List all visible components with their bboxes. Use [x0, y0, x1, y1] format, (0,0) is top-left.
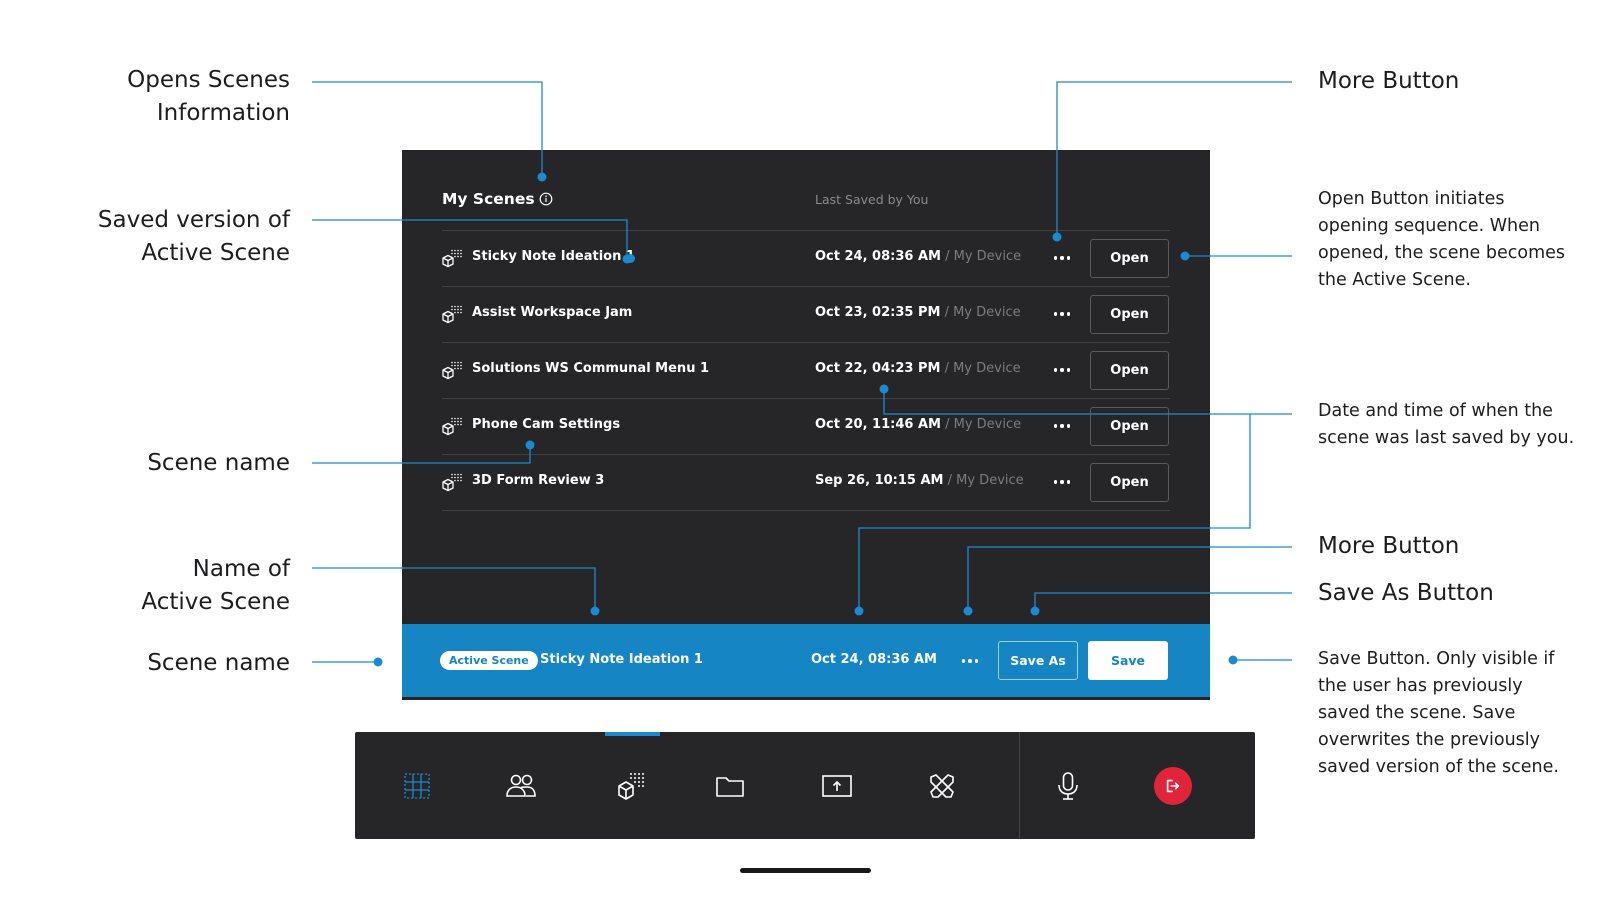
- panel-title: My Scenes: [442, 190, 535, 208]
- device-label: / My Device: [940, 249, 1022, 264]
- open-button[interactable]: Open: [1090, 463, 1169, 502]
- scene-row: Assist Workspace Jam Oct 23, 02:35 PM / …: [442, 287, 1170, 342]
- scene-cube-icon: [442, 472, 462, 492]
- annotation-save-button-description: Save Button. Only visible if the user ha…: [1318, 649, 1559, 777]
- scene-row: Phone Cam Settings Oct 20, 11:46 AM / My…: [442, 399, 1170, 454]
- annotation-more-button-top: More Button: [1318, 68, 1460, 94]
- active-more-button[interactable]: [955, 646, 985, 676]
- device-label: / My Device: [940, 305, 1021, 320]
- exit-tool-button[interactable]: [1138, 732, 1208, 839]
- scene-row: Sticky Note Ideation 1 Oct 24, 08:36 AM …: [442, 231, 1170, 286]
- open-button[interactable]: Open: [1090, 407, 1169, 446]
- share-screen-tool-button[interactable]: [802, 732, 872, 839]
- microphone-tool-button[interactable]: [1033, 732, 1103, 839]
- annotation-more-button-bottom: More Button: [1318, 533, 1460, 559]
- more-button[interactable]: [1047, 467, 1077, 497]
- last-saved-date: Oct 22, 04:23 PM / My Device: [815, 361, 1021, 376]
- folder-icon: [716, 776, 744, 797]
- annotation-date-time-description: Date and time of when the scene was last…: [1318, 401, 1575, 448]
- folder-tool-button[interactable]: [695, 732, 765, 839]
- scene-name: Solutions WS Communal Menu 1: [472, 361, 710, 376]
- device-label: / My Device: [940, 361, 1021, 376]
- people-tool-button[interactable]: [486, 732, 556, 839]
- active-scene-date: Oct 24, 08:36 AM: [811, 652, 937, 667]
- row-divider: [442, 510, 1170, 511]
- more-button[interactable]: [1047, 355, 1077, 385]
- more-button[interactable]: [1047, 299, 1077, 329]
- scenes-tool-button[interactable]: [597, 732, 667, 839]
- scene-name: Sticky Note Ideation 1: [472, 249, 635, 264]
- active-scene-badge: Active Scene: [440, 651, 538, 670]
- device-label: / My Device: [943, 473, 1024, 488]
- share-screen-icon: [822, 774, 852, 797]
- scene-cube-icon: [442, 360, 462, 380]
- active-scene-name: Sticky Note Ideation 1: [540, 652, 703, 667]
- annotation-scene-name-row: Scene name: [147, 450, 290, 476]
- annotation-open-button-description: Open Button initiates opening sequence. …: [1318, 189, 1566, 290]
- scene-cube-icon: [442, 416, 462, 436]
- more-button[interactable]: [1047, 411, 1077, 441]
- last-saved-date: Oct 23, 02:35 PM / My Device: [815, 305, 1021, 320]
- annotation-save-as-button: Save As Button: [1318, 580, 1494, 606]
- scene-row: Solutions WS Communal Menu 1 Oct 22, 04:…: [442, 343, 1170, 398]
- open-button[interactable]: Open: [1090, 239, 1169, 278]
- active-scene-bar: Active Scene Sticky Note Ideation 1 Oct …: [402, 624, 1210, 697]
- bottom-toolbar: [355, 732, 1255, 839]
- panel-header: My Scenes Last Saved by You: [442, 190, 1170, 232]
- grid-tool-button[interactable]: [382, 732, 452, 839]
- device-label: / My Device: [940, 417, 1022, 432]
- toolbar-divider: [1019, 732, 1020, 839]
- scene-row: 3D Form Review 3 Sep 26, 10:15 AM / My D…: [442, 455, 1170, 510]
- save-button[interactable]: Save: [1088, 641, 1168, 680]
- home-indicator: [740, 868, 871, 873]
- annotation-scene-name-active: Scene name: [147, 650, 290, 676]
- active-scene-saved-version-dot: [626, 254, 635, 263]
- annotation-saved-version-of-active-scene: Saved version of Active Scene: [97, 207, 290, 266]
- open-button[interactable]: Open: [1090, 295, 1169, 334]
- open-button[interactable]: Open: [1090, 351, 1169, 390]
- last-saved-date: Sep 26, 10:15 AM / My Device: [815, 473, 1024, 488]
- my-scenes-panel: My Scenes Last Saved by You Sticky Note …: [402, 150, 1210, 700]
- grid-icon: [404, 772, 430, 799]
- scenes-icon: [618, 772, 644, 800]
- save-as-button[interactable]: Save As: [998, 641, 1078, 680]
- scene-cube-icon: [442, 304, 462, 324]
- exit-icon: [1166, 779, 1180, 792]
- exit-circle: [1154, 766, 1192, 805]
- tools-icon: [930, 773, 954, 798]
- scene-name: Assist Workspace Jam: [472, 305, 633, 320]
- scene-name: Phone Cam Settings: [472, 417, 621, 432]
- last-saved-date: Oct 24, 08:36 AM / My Device: [815, 249, 1022, 264]
- annotation-name-of-active-scene: Name of Active Scene: [141, 556, 290, 615]
- people-icon: [506, 774, 536, 797]
- last-saved-date: Oct 20, 11:46 AM / My Device: [815, 417, 1022, 432]
- tools-tool-button[interactable]: [907, 732, 977, 839]
- annotation-opens-scenes-information: Opens Scenes Information: [127, 67, 290, 126]
- microphone-icon: [1058, 771, 1078, 800]
- scene-cube-icon: [442, 248, 462, 268]
- last-saved-column-header: Last Saved by You: [815, 192, 929, 207]
- scene-name: 3D Form Review 3: [472, 473, 605, 488]
- more-button[interactable]: [1047, 243, 1077, 273]
- info-icon[interactable]: [539, 192, 553, 206]
